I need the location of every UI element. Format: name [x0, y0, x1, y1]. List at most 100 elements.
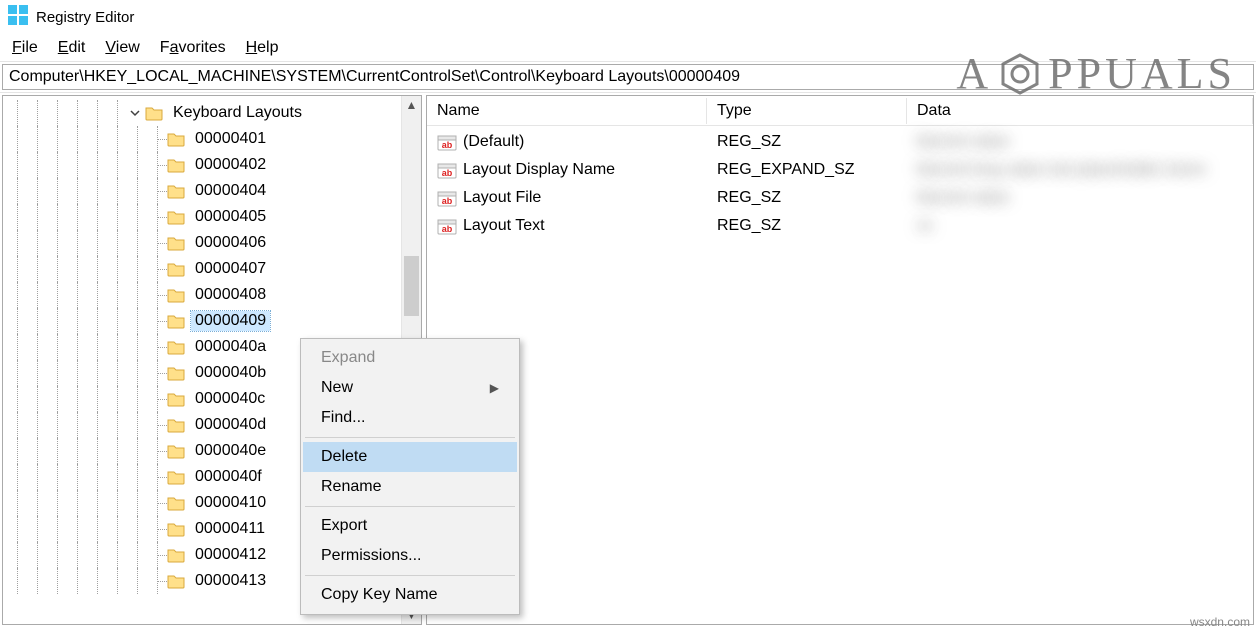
value-name: abLayout Text: [427, 215, 707, 237]
context-menu-export[interactable]: Export: [303, 511, 517, 541]
folder-icon: [167, 261, 185, 277]
folder-icon: [167, 183, 185, 199]
menu-edit[interactable]: Edit: [50, 37, 94, 59]
menu-help[interactable]: Help: [238, 37, 287, 59]
folder-icon: [145, 105, 163, 121]
tree-node-00000406[interactable]: 00000406: [7, 230, 401, 256]
folder-icon: [167, 365, 185, 381]
tree-label: 0000040f: [191, 467, 266, 487]
tree-label: 0000040e: [191, 441, 270, 461]
tree-label: 00000408: [191, 285, 270, 305]
tree-node-00000409[interactable]: 00000409: [7, 308, 401, 334]
value-name: abLayout Display Name: [427, 159, 707, 181]
regedit-icon: [8, 5, 28, 30]
column-header-data[interactable]: Data: [907, 98, 1253, 124]
tree-label: 00000409: [191, 311, 270, 331]
watermark-text: PPUALS: [1048, 48, 1236, 99]
list-header: Name Type Data: [427, 96, 1253, 126]
context-menu-separator: [305, 506, 515, 507]
folder-icon: [167, 235, 185, 251]
scroll-up-icon[interactable]: ▲: [402, 96, 421, 114]
value-type: REG_SZ: [707, 131, 907, 153]
tree-label: 00000406: [191, 233, 270, 253]
svg-text:ab: ab: [442, 224, 453, 234]
tree-label: 0000040c: [191, 389, 269, 409]
list-row[interactable]: ab(Default)REG_SZblurred value: [427, 128, 1253, 156]
chevron-down-icon[interactable]: [127, 107, 143, 119]
folder-icon: [167, 313, 185, 329]
folder-icon: [167, 287, 185, 303]
context-menu-copy-key-name[interactable]: Copy Key Name: [303, 580, 517, 610]
tree-label: 00000410: [191, 493, 270, 513]
folder-icon: [167, 157, 185, 173]
svg-text:ab: ab: [442, 140, 453, 150]
value-name: abLayout File: [427, 187, 707, 209]
menu-favorites[interactable]: Favorites: [152, 37, 234, 59]
tree-node-00000402[interactable]: 00000402: [7, 152, 401, 178]
folder-icon: [167, 209, 185, 225]
nut-icon: [998, 52, 1042, 96]
folder-icon: [167, 339, 185, 355]
scrollbar-thumb[interactable]: [404, 256, 419, 316]
context-menu-find[interactable]: Find...: [303, 403, 517, 433]
tree-label: 00000411: [191, 519, 269, 539]
value-type: REG_EXPAND_SZ: [707, 159, 907, 181]
tree-label: 0000040a: [191, 337, 270, 357]
tree-label: 00000401: [191, 129, 270, 149]
tree-node-00000404[interactable]: 00000404: [7, 178, 401, 204]
context-menu: Expand New▶ Find... Delete Rename Export…: [300, 338, 520, 615]
value-type: REG_SZ: [707, 215, 907, 237]
address-path: Computer\HKEY_LOCAL_MACHINE\SYSTEM\Curre…: [9, 68, 740, 85]
tree-node-00000405[interactable]: 00000405: [7, 204, 401, 230]
folder-icon: [167, 495, 185, 511]
chevron-right-icon: ▶: [490, 381, 499, 395]
tree-node-keyboard-layouts[interactable]: Keyboard Layouts: [7, 100, 401, 126]
reg-string-icon: ab: [437, 133, 457, 151]
reg-string-icon: ab: [437, 161, 457, 179]
tree-label: 00000413: [191, 571, 270, 591]
folder-icon: [167, 391, 185, 407]
value-name: ab(Default): [427, 131, 707, 153]
value-data-blurred: blurred value: [907, 131, 1253, 153]
column-header-name[interactable]: Name: [427, 98, 707, 124]
reg-string-icon: ab: [437, 189, 457, 207]
tree-label-parent: Keyboard Layouts: [169, 103, 306, 123]
context-menu-expand[interactable]: Expand: [303, 343, 517, 373]
list-row[interactable]: abLayout FileREG_SZblurred value: [427, 184, 1253, 212]
column-header-type[interactable]: Type: [707, 98, 907, 124]
content-area: Keyboard Layouts 00000401 00000402 0000040…: [0, 92, 1256, 627]
context-menu-delete[interactable]: Delete: [303, 442, 517, 472]
value-type: REG_SZ: [707, 187, 907, 209]
reg-string-icon: ab: [437, 217, 457, 235]
context-menu-permissions[interactable]: Permissions...: [303, 541, 517, 571]
tree-label: 0000040d: [191, 415, 270, 435]
list-pane: Name Type Data ab(Default)REG_SZblurred …: [426, 95, 1254, 625]
tree-label: 00000412: [191, 545, 270, 565]
menu-file[interactable]: File: [4, 37, 46, 59]
folder-icon: [167, 547, 185, 563]
context-menu-new[interactable]: New▶: [303, 373, 517, 403]
title-bar: Registry Editor: [0, 0, 1256, 34]
list-body: ab(Default)REG_SZblurred valueabLayout D…: [427, 126, 1253, 242]
tree-label: 00000402: [191, 155, 270, 175]
tree-node-00000408[interactable]: 00000408: [7, 282, 401, 308]
context-menu-rename[interactable]: Rename: [303, 472, 517, 502]
tree-label: 00000407: [191, 259, 270, 279]
source-tag: wsxdn.com: [1190, 615, 1250, 629]
svg-text:ab: ab: [442, 168, 453, 178]
context-menu-separator: [305, 437, 515, 438]
tree-node-00000401[interactable]: 00000401: [7, 126, 401, 152]
folder-icon: [167, 573, 185, 589]
window-title: Registry Editor: [36, 9, 134, 26]
context-menu-separator: [305, 575, 515, 576]
watermark-logo: A PPUALS: [956, 48, 1236, 99]
list-row[interactable]: abLayout TextREG_SZxx: [427, 212, 1253, 240]
tree-node-00000407[interactable]: 00000407: [7, 256, 401, 282]
menu-file-rest: ile: [22, 39, 38, 56]
list-row[interactable]: abLayout Display NameREG_EXPAND_SZblurre…: [427, 156, 1253, 184]
folder-icon: [167, 443, 185, 459]
menu-view[interactable]: View: [97, 37, 147, 59]
folder-icon: [167, 417, 185, 433]
value-data-blurred: xx: [907, 215, 1253, 237]
folder-icon: [167, 469, 185, 485]
